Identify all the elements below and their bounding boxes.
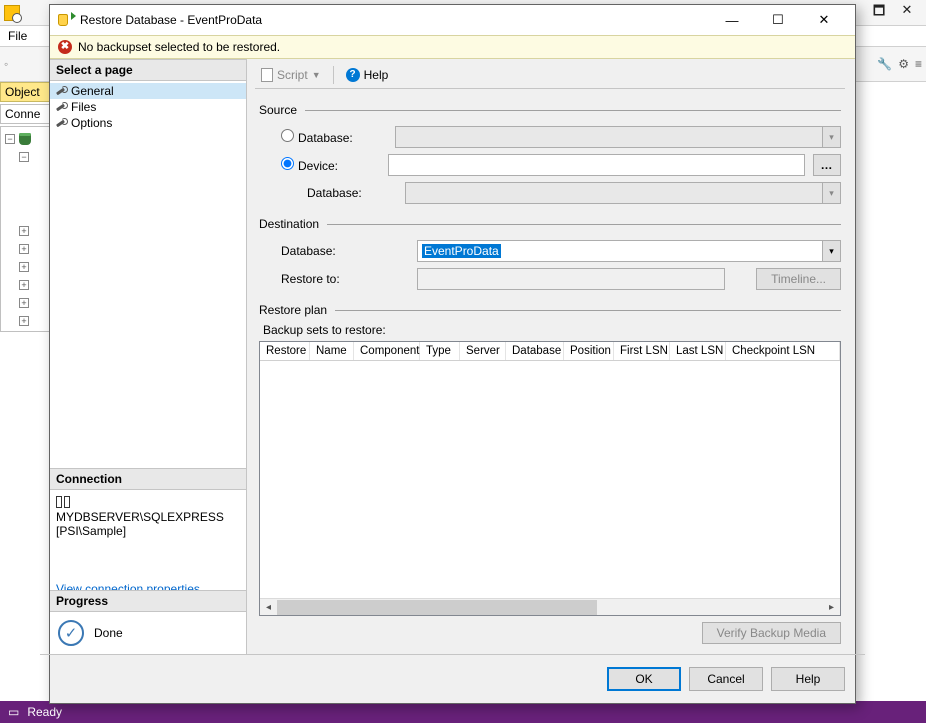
wrench-icon [56,102,67,113]
page-general[interactable]: General [50,83,246,99]
restore-db-icon [58,12,74,28]
object-explorer-tab[interactable]: Object [0,82,50,102]
warning-bar: ✖ No backupset selected to be restored. [50,35,855,59]
backup-sets-label: Backup sets to restore: [263,323,841,337]
restore-to-input [417,268,725,290]
ssms-icon [4,5,20,21]
restore-plan-label: Restore plan [259,303,327,317]
chevron-down-icon[interactable]: ▾ [822,241,840,261]
status-text: Ready [27,705,62,719]
select-page-header: Select a page [50,59,246,81]
connection-server: MYDBSERVER\SQLEXPRESS [56,510,224,524]
cancel-button[interactable]: Cancel [689,667,763,691]
chevron-down-icon: ▾ [822,127,840,147]
maximize-button[interactable]: ☐ [755,5,801,35]
scroll-thumb[interactable] [277,600,597,615]
help-button[interactable]: ?Help [340,66,395,84]
tool-wrench-icon[interactable]: 🔧 [877,57,892,71]
device-path-input[interactable] [388,154,805,176]
progress-header: Progress [50,590,246,612]
ok-button[interactable]: OK [607,667,681,691]
connection-user: [PSI\Sample] [56,524,126,538]
server-icon [19,133,31,145]
bg-restore-icon: 🗖 [872,2,886,24]
dialog-titlebar[interactable]: Restore Database - EventProData — ☐ ✕ [50,5,855,35]
tool-settings-icon[interactable]: ⚙ [898,57,909,71]
restore-to-label: Restore to: [281,272,365,286]
connection-header: Connection [50,468,246,490]
browse-device-button[interactable]: … [813,154,841,176]
wrench-icon [56,118,67,129]
grid-horizontal-scrollbar[interactable]: ◂ ▸ [260,598,840,615]
source-sub-database-combo: ▾ [405,182,841,204]
source-sub-database-label: Database: [307,186,397,200]
timeline-button: Timeline... [756,268,841,290]
close-button[interactable]: ✕ [801,5,847,35]
wrench-icon [56,86,67,97]
radio-device[interactable]: Device: [281,157,338,173]
verify-backup-media-button: Verify Backup Media [702,622,841,644]
source-database-combo: ▾ [395,126,841,148]
dest-database-label: Database: [281,244,365,258]
scroll-left-icon[interactable]: ◂ [260,599,277,616]
dialog-title: Restore Database - EventProData [80,13,262,27]
minimize-button[interactable]: — [709,5,755,35]
dialog-help-button[interactable]: Help [771,667,845,691]
scroll-right-icon[interactable]: ▸ [823,599,840,616]
error-icon: ✖ [58,40,72,54]
page-options[interactable]: Options [50,115,246,131]
chevron-down-icon: ▾ [822,183,840,203]
status-bar: ▭ Ready [0,701,926,723]
restore-database-dialog: Restore Database - EventProData — ☐ ✕ ✖ … [49,4,856,704]
script-icon [261,68,273,82]
status-rect-icon: ▭ [8,705,19,719]
grid-header: Restore Name Component Type Server Datab… [260,342,840,361]
done-icon: ✓ [58,620,84,646]
progress-text: Done [94,626,123,640]
warning-text: No backupset selected to be restored. [78,40,280,54]
backup-sets-grid[interactable]: Restore Name Component Type Server Datab… [259,341,841,616]
dest-database-combo[interactable]: EventProData▾ [417,240,841,262]
destination-group-label: Destination [259,217,319,231]
connect-panel[interactable]: Conne [0,104,50,124]
object-tree[interactable]: − − + + + + + + [0,126,50,332]
radio-database[interactable]: Database: [281,129,353,145]
page-files[interactable]: Files [50,99,246,115]
script-button[interactable]: Script▼ [255,66,327,84]
tool-menu-icon[interactable]: ≡ [915,57,922,71]
help-icon: ? [346,68,360,82]
server-connection-icon [56,496,70,508]
bg-close-icon: ✕ [900,2,914,24]
menu-file[interactable]: File [8,29,27,43]
source-group-label: Source [259,103,297,117]
